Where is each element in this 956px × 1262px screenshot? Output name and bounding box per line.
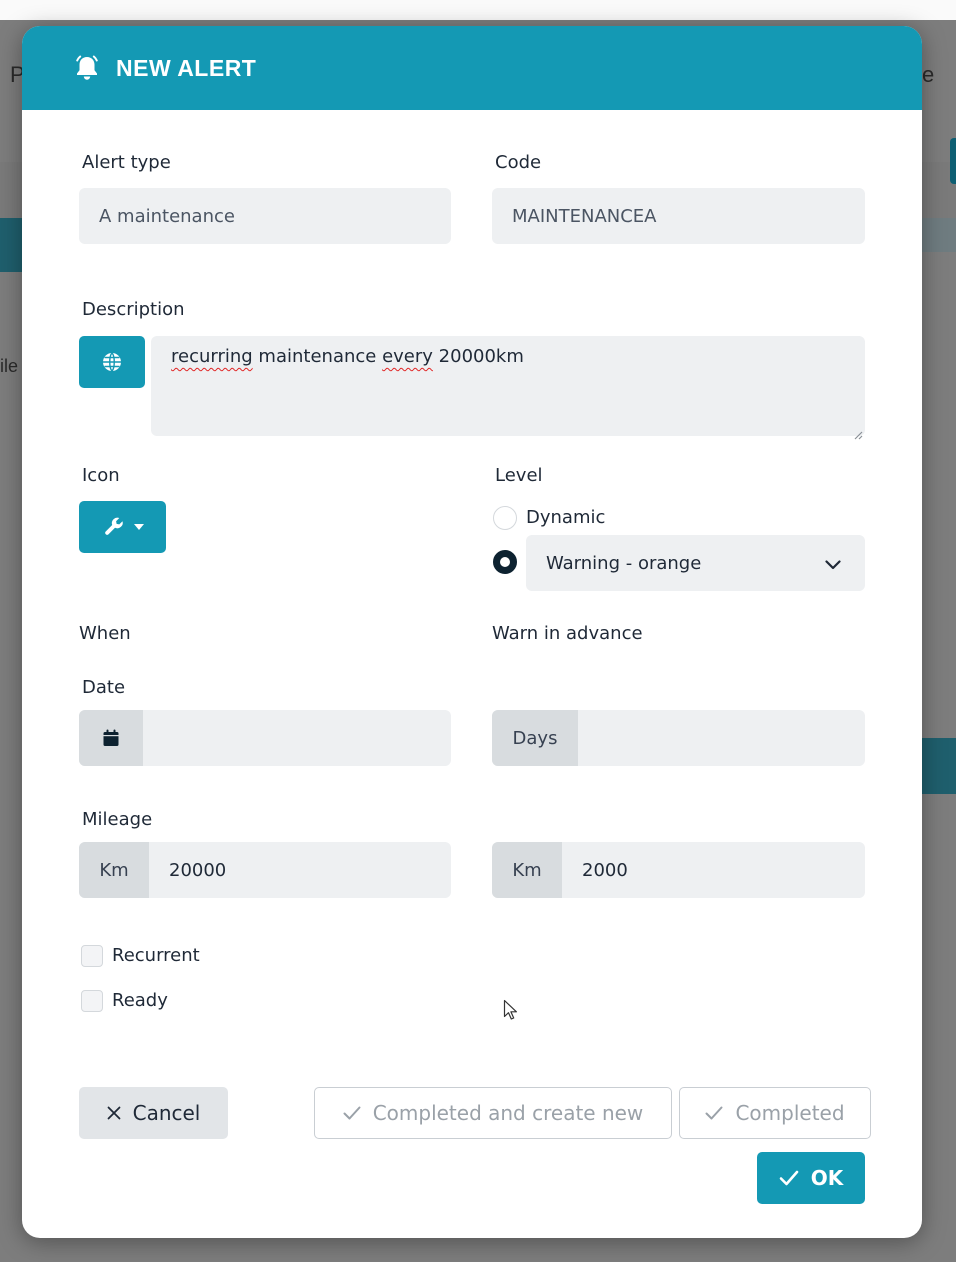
level-radio-preset[interactable] (493, 550, 517, 574)
date-input-group (79, 710, 451, 766)
level-select[interactable]: Warning - orange (526, 535, 865, 591)
background-band-teal-right (922, 738, 956, 794)
completed-and-create-new-button[interactable]: Completed and create new (314, 1087, 672, 1139)
chevron-down-icon (825, 554, 841, 575)
recurrent-checkbox[interactable] (81, 945, 103, 967)
recurrent-label: Recurrent (112, 945, 200, 966)
mouse-pointer-icon (503, 999, 519, 1025)
description-textarea[interactable]: recurring maintenance every 20000km (151, 336, 865, 440)
description-text: recurring (171, 346, 253, 367)
description-text: maintenance (252, 346, 383, 367)
mileage-advance-unit-addon: Km (492, 842, 562, 898)
alert-type-field[interactable]: A maintenance (79, 188, 451, 244)
background-band-teal-left (0, 218, 24, 272)
background-text-fragment: ile (0, 356, 19, 376)
background-band-right (922, 218, 956, 252)
description-text: every (382, 346, 433, 367)
completed-button[interactable]: Completed (679, 1087, 871, 1139)
mileage-advance-input-group: Km 2000 (492, 842, 865, 898)
alert-type-label: Alert type (82, 152, 171, 173)
dialog-title: NEW ALERT (116, 54, 257, 81)
level-select-value: Warning - orange (546, 552, 702, 574)
level-label: Level (495, 465, 543, 486)
close-icon (107, 1106, 121, 1120)
mileage-input-group: Km 20000 (79, 842, 451, 898)
new-alert-dialog: NEW ALERT Alert type A maintenance Code … (22, 26, 922, 1238)
calendar-icon (102, 729, 120, 747)
check-icon (343, 1106, 361, 1120)
mileage-advance-input[interactable]: 2000 (582, 842, 628, 898)
when-section-label: When (79, 623, 131, 644)
mileage-unit-addon: Km (79, 842, 149, 898)
description-text: 20000km (432, 346, 524, 367)
caret-down-icon (133, 524, 144, 530)
description-label: Description (82, 299, 185, 320)
background-text-fragment: e (922, 62, 935, 87)
wrench-icon (102, 515, 126, 539)
cancel-button-label: Cancel (132, 1101, 201, 1125)
days-addon: Days (492, 710, 578, 766)
globe-icon (101, 351, 123, 373)
ready-label: Ready (112, 990, 168, 1011)
check-icon (779, 1170, 799, 1186)
icon-label: Icon (82, 465, 120, 486)
date-picker-button[interactable] (79, 710, 143, 766)
warn-in-advance-label: Warn in advance (492, 623, 643, 644)
code-label: Code (495, 152, 542, 173)
date-label: Date (82, 677, 126, 698)
code-field[interactable]: MAINTENANCEA (492, 188, 865, 244)
level-radio-dynamic[interactable] (493, 506, 517, 530)
background-chip (950, 138, 956, 184)
background-topbar (0, 0, 956, 20)
dialog-header: NEW ALERT (22, 26, 922, 110)
ready-checkbox[interactable] (81, 990, 103, 1012)
language-button[interactable] (79, 336, 145, 388)
ok-button-label: OK (810, 1166, 844, 1190)
mileage-label: Mileage (82, 809, 153, 830)
check-icon (705, 1106, 723, 1120)
completed-button-label: Completed (735, 1101, 845, 1125)
level-option-dynamic-label: Dynamic (526, 507, 606, 528)
icon-picker-button[interactable] (79, 501, 166, 553)
completed-and-create-new-label: Completed and create new (372, 1101, 644, 1125)
mileage-input[interactable]: 20000 (169, 842, 226, 898)
cancel-button[interactable]: Cancel (79, 1087, 228, 1139)
days-input-group: Days (492, 710, 865, 766)
resize-handle-icon[interactable] (853, 424, 863, 440)
bell-icon (72, 53, 102, 83)
ok-button[interactable]: OK (757, 1152, 865, 1204)
